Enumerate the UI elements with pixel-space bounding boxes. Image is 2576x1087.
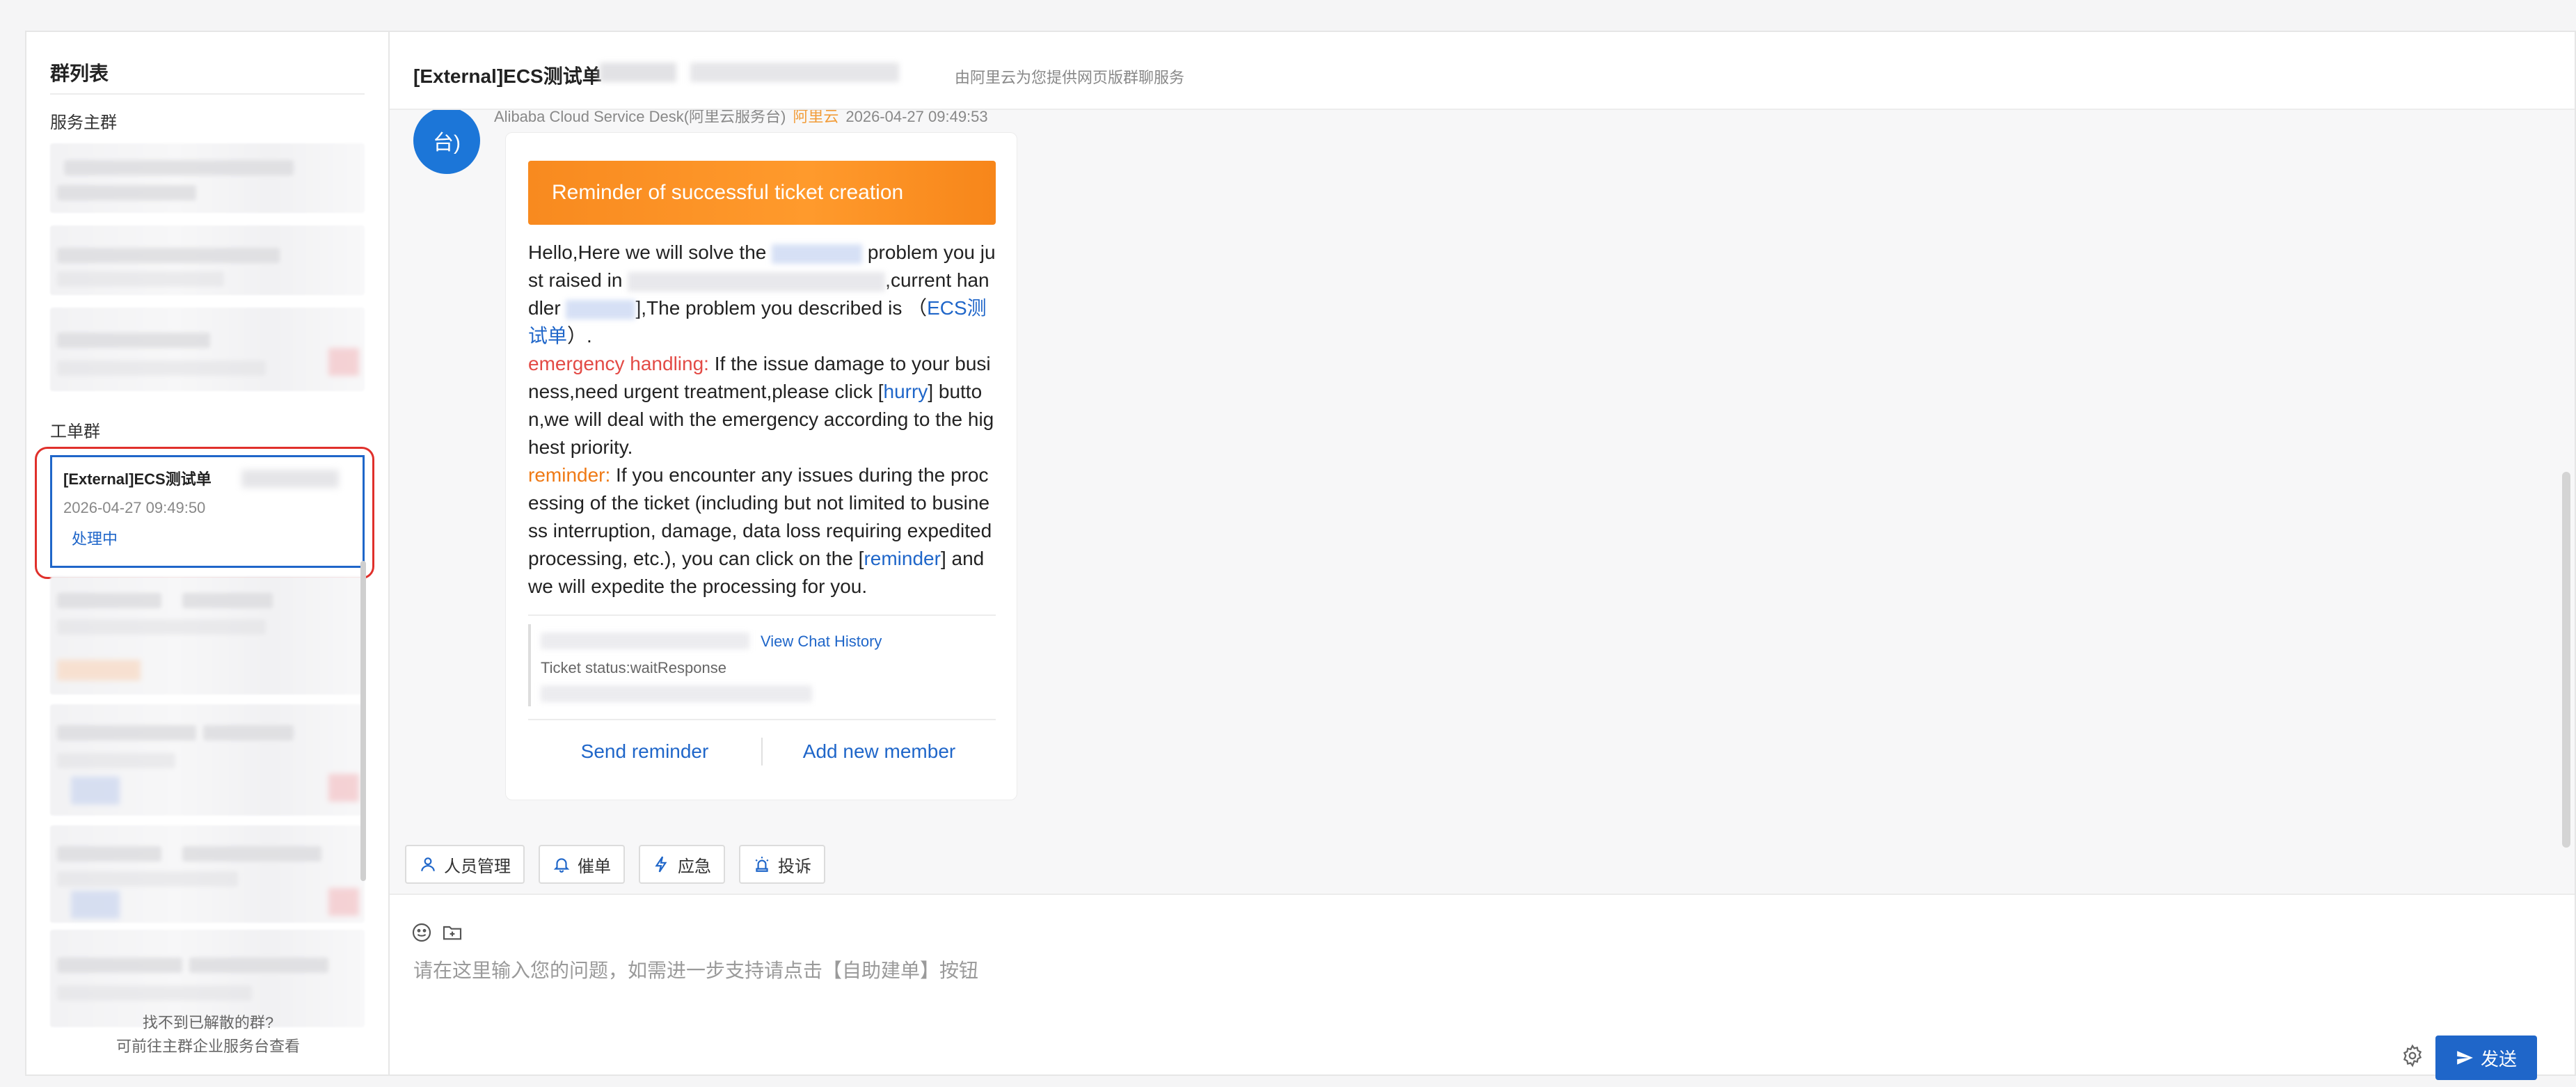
ticket-group-item[interactable] <box>50 825 365 923</box>
redacted-text <box>241 470 339 488</box>
service-group-item[interactable] <box>50 308 365 391</box>
hurry-link[interactable]: hurry <box>884 381 928 402</box>
message-input[interactable] <box>413 953 2547 988</box>
redacted-text <box>690 63 899 82</box>
complaint-label: 投诉 <box>778 857 811 876</box>
sender-tag: 阿里云 <box>793 110 839 125</box>
active-ticket-group[interactable]: [External]ECS测试单 2026-04-27 09:49:50 处理中 <box>50 455 365 568</box>
group-time: 2026-04-27 09:49:50 <box>63 499 206 516</box>
reminder-link[interactable]: reminder <box>864 548 940 569</box>
message-time: 2026-04-27 09:49:53 <box>845 110 988 125</box>
folder-upload-icon[interactable] <box>441 921 463 944</box>
lightning-icon <box>655 856 667 873</box>
card-divider <box>528 614 996 616</box>
gear-icon[interactable] <box>2401 1044 2424 1068</box>
urge-label: 催单 <box>578 857 611 876</box>
chat-title: [External]ECS测试单 <box>413 65 602 87</box>
emoji-icon[interactable] <box>411 921 433 944</box>
sidebar-footer-link[interactable]: 可前往主群企业服务台查看 <box>26 1034 390 1056</box>
body-text: ）. <box>567 325 592 347</box>
ticket-group-item[interactable] <box>50 704 365 816</box>
composer-tools <box>411 921 463 944</box>
chat-header: [External]ECS测试单 由阿里云为您提供网页版群聊服务 <box>390 32 2575 110</box>
emergency-button[interactable]: 应急 <box>639 845 725 884</box>
emergency-label: emergency handling: <box>528 353 709 374</box>
message-composer: 发送 <box>390 894 2575 1080</box>
send-icon <box>2457 1051 2473 1065</box>
bell-icon <box>553 858 570 873</box>
service-group-section-label: 服务主群 <box>50 113 117 132</box>
service-group-item[interactable] <box>50 143 365 213</box>
card-banner: Reminder of successful ticket creation <box>528 161 996 225</box>
send-button[interactable]: 发送 <box>2435 1036 2537 1080</box>
ticket-info-box: View Chat History Ticket status:waitResp… <box>528 624 996 706</box>
redacted-text <box>600 63 676 82</box>
group-list-sidebar: 群列表 服务主群 工单群 [External]ECS测试单 2026-04-27… <box>26 32 390 1074</box>
redacted-text <box>566 299 636 319</box>
add-new-member-button[interactable]: Add new member <box>763 740 996 763</box>
sidebar-footer-hint: 找不到已解散的群? <box>142 1014 274 1031</box>
redacted-text <box>628 271 886 292</box>
message-card: Reminder of successful ticket creation H… <box>505 132 1017 800</box>
user-icon <box>421 857 435 871</box>
sidebar-divider <box>50 93 365 95</box>
alarm-icon <box>755 857 769 872</box>
sender-line: Alibaba Cloud Service Desk(阿里云服务台) 阿里云 202… <box>494 110 988 127</box>
emergency-label: 应急 <box>678 857 711 876</box>
card-actions: Send reminder Add new member <box>528 719 996 783</box>
send-reminder-button[interactable]: Send reminder <box>528 740 761 763</box>
redacted-text <box>541 633 749 649</box>
message-list[interactable]: 台) Alibaba Cloud Service Desk(阿里云服务台) 阿里云… <box>390 110 2575 894</box>
group-status-badge: 处理中 <box>72 530 118 548</box>
complaint-button[interactable]: 投诉 <box>739 845 825 884</box>
redacted-text <box>541 685 812 702</box>
send-label: 发送 <box>2480 1048 2517 1070</box>
sidebar-scrollbar[interactable] <box>360 561 366 881</box>
sender-avatar: 台) <box>413 110 480 174</box>
chat-subtitle: 由阿里云为您提供网页版群聊服务 <box>955 69 1185 86</box>
redacted-text <box>772 244 863 264</box>
member-management-label: 人员管理 <box>444 857 511 876</box>
ticket-status: Ticket status:waitResponse <box>541 659 726 676</box>
reminder-label: reminder: <box>528 464 611 486</box>
body-text: ],The problem you described is （ <box>635 297 928 319</box>
quick-action-toolbar: 人员管理 催单 应急 投诉 <box>390 845 2575 888</box>
message-body: Hello,Here we will solve the problem you… <box>528 239 996 601</box>
urge-button[interactable]: 催单 <box>539 845 625 884</box>
sidebar-title: 群列表 <box>50 63 109 84</box>
ticket-group-item[interactable] <box>50 576 365 695</box>
app-frame: 群列表 服务主群 工单群 [External]ECS测试单 2026-04-27… <box>25 31 2576 1080</box>
chat-main: [External]ECS测试单 由阿里云为您提供网页版群聊服务 台) Alib… <box>390 32 2575 1080</box>
view-chat-history-link[interactable]: View Chat History <box>761 633 882 651</box>
member-management-button[interactable]: 人员管理 <box>405 845 525 884</box>
chat-scrollbar[interactable] <box>2562 472 2570 848</box>
service-group-item[interactable] <box>50 225 365 295</box>
body-text: Hello,Here we will solve the <box>528 241 772 263</box>
ticket-group-section-label: 工单群 <box>50 422 100 441</box>
sender-name: Alibaba Cloud Service Desk(阿里云服务台) <box>494 110 786 125</box>
